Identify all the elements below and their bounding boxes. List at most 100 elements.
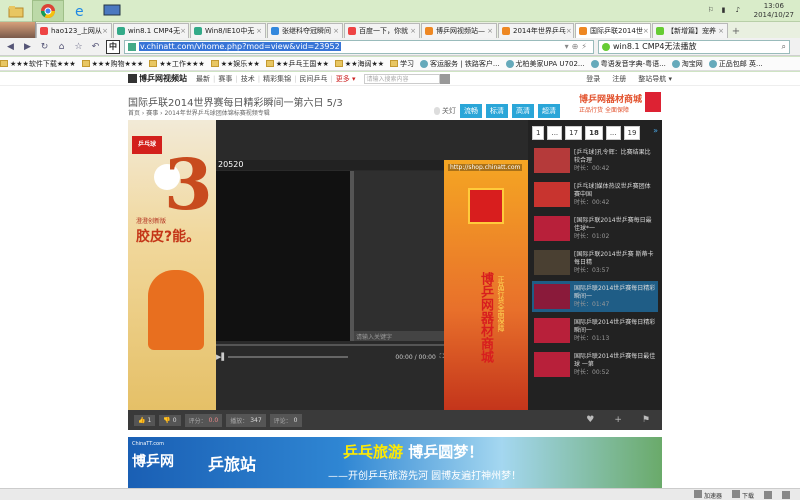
tab-close-icon[interactable]: × [333, 27, 339, 35]
bookmark-item[interactable]: 学习 [390, 59, 414, 69]
tab-close-icon[interactable]: × [566, 27, 572, 35]
bookmark-item[interactable]: ★★乒乓王国★★ [265, 59, 329, 69]
bookmark-item[interactable]: 客运服务 | 铁路客户... [420, 59, 500, 69]
site-search-button[interactable] [439, 73, 450, 84]
video-thumbnail[interactable] [534, 284, 570, 309]
left-ad-banner[interactable]: 乒乓球 3 澄澄创新版 胶皮?能。 [128, 120, 216, 410]
status-icon-1[interactable] [764, 490, 772, 499]
back-icon[interactable]: ◀ [4, 40, 17, 53]
file-explorer-icon[interactable] [0, 0, 32, 22]
search-engine-icon[interactable] [602, 42, 610, 51]
browser-tab[interactable]: 百度一下，你就 × [344, 23, 420, 38]
tab-close-icon[interactable]: × [410, 27, 416, 35]
bookmark-item[interactable]: 尤柏美家UPA U702... [505, 59, 585, 69]
bookmark-item[interactable]: 正品包邮 英... [708, 59, 763, 69]
tab-close-icon[interactable]: × [487, 27, 493, 35]
play-icon[interactable]: ▶▌ [216, 353, 227, 361]
ime-indicator[interactable]: 中 [106, 39, 120, 54]
home-icon[interactable]: ⌂ [55, 40, 68, 53]
next-page-icon[interactable]: » [653, 126, 658, 140]
quality-super[interactable]: 超清 [538, 104, 560, 118]
nav-more[interactable]: 更多 ▾ [336, 74, 356, 84]
video-canvas[interactable] [216, 171, 350, 341]
site-map-link[interactable]: 整站导航 ▾ [638, 74, 672, 84]
tab-close-icon[interactable]: × [643, 27, 649, 35]
browser-tab[interactable]: win8.1 CMP4无 × [113, 23, 189, 38]
comment-count[interactable]: 评论： 0 [269, 413, 302, 427]
playlist-item-title[interactable]: 国际乒联2014世乒赛每日精彩瞬间一 [574, 319, 655, 334]
bookmark-item[interactable]: 淘宝网 [671, 59, 703, 69]
page-19[interactable]: 19 [623, 126, 641, 140]
bottom-banner-ad[interactable]: ChinaTT.com 博乒网 乒旅站 乒乓旅游 博乒圆梦！ ——开创乒乓旅游先… [128, 437, 662, 489]
nav-latest[interactable]: 最新 [196, 74, 210, 84]
flag-icon[interactable]: ⚐ [708, 6, 718, 16]
status-icon-2[interactable] [782, 490, 790, 499]
mall-ad[interactable]: 博乒网器材商城 正品行货 全面保障 [579, 92, 661, 118]
playlist-item[interactable]: 国际乒联2014世乒赛每日最佳球 一第 时长：00:52 [532, 349, 658, 380]
nav-technique[interactable]: 技术 [241, 74, 255, 84]
video-thumbnail[interactable] [534, 352, 570, 377]
new-tab-button[interactable]: + [729, 24, 743, 38]
site-brand[interactable]: 博乒网视频站 [128, 73, 187, 84]
bookmark-item[interactable]: ★★海阔★★ [334, 59, 384, 69]
video-thumbnail[interactable] [534, 318, 570, 343]
add-icon[interactable]: + [614, 415, 622, 425]
nav-folk[interactable]: 民间乒乓 [299, 74, 327, 84]
tab-close-icon[interactable]: × [102, 27, 108, 35]
tab-close-icon[interactable]: × [718, 27, 724, 35]
volume-icon[interactable]: ♪ [736, 6, 746, 16]
register-link[interactable]: 注册 [612, 74, 626, 84]
quality-high[interactable]: 高清 [512, 104, 534, 118]
playlist-item-title[interactable]: [乒乓球]孔令辉：比赛结果比较合理 [574, 149, 651, 164]
playlist-item-title[interactable]: 国际乒联2014世乒赛每日精彩瞬间一 [574, 285, 655, 300]
breadcrumb-current[interactable]: 2014年世界乒乓球团体锦标赛视频专辑 [164, 110, 269, 117]
nav-highlights[interactable]: 精彩集锦 [263, 74, 291, 84]
nav-events[interactable]: 赛事 [218, 74, 232, 84]
profile-avatar[interactable] [0, 22, 36, 38]
undo-icon[interactable]: ↶ [89, 40, 102, 53]
browser-tab[interactable]: Win8/IE10中无 × [190, 23, 266, 38]
browser-tab[interactable]: 2014年世界乒乓 × [498, 23, 574, 38]
bookmark-item[interactable]: 粤语发音字典-粤语... [590, 59, 666, 69]
accelerator-button[interactable]: 加速器 [694, 489, 722, 500]
quality-standard[interactable]: 标清 [486, 104, 508, 118]
page-17[interactable]: 17 [565, 126, 583, 140]
address-tools[interactable]: ▾⊕⚡ [565, 42, 590, 51]
download-button[interactable]: 下载 [732, 489, 754, 500]
video-thumbnail[interactable] [534, 148, 570, 173]
breadcrumb-home[interactable]: 首页 [128, 110, 140, 117]
danmaku-input[interactable]: 请输入关键字 [354, 331, 444, 341]
browser-tab[interactable]: 张继科夺冠瞬间 × [267, 23, 343, 38]
dislike-button[interactable]: 👎 0 [159, 414, 181, 426]
reload-icon[interactable]: ↻ [38, 40, 51, 53]
favorites-icon[interactable]: ☆ [72, 40, 85, 53]
favorite-heart-icon[interactable]: ♥ [586, 415, 594, 425]
address-bar[interactable]: v.chinatt.com/vhome.php?mod=view&vid=239… [124, 39, 594, 54]
login-link[interactable]: 登录 [586, 74, 600, 84]
lights-off-button[interactable]: 关灯 [434, 106, 456, 116]
bookmark-item[interactable]: ★★★购物★★★ [81, 59, 143, 69]
tab-close-icon[interactable]: × [256, 27, 262, 35]
address-url[interactable]: v.chinatt.com/vhome.php?mod=view&vid=239… [139, 42, 341, 51]
search-input[interactable]: win8.1 CMP4无法播放 [613, 41, 697, 52]
playlist-item-title[interactable]: 国际乒联2014世乒赛每日最佳球 一第 [574, 353, 655, 368]
playlist-item-title[interactable]: [乒乓球]媒体热议世乒赛团体赛中国 [574, 183, 651, 198]
ie-taskbar-icon[interactable]: e [64, 0, 96, 22]
playlist-item[interactable]: [乒乓球]孔令辉：比赛结果比较合理 时长：00:42 [532, 145, 658, 176]
search-box[interactable]: win8.1 CMP4无法播放 ⌕ [598, 39, 790, 54]
playlist-item[interactable]: 国际乒联2014世乒赛每日精彩瞬间一 时长：01:13 [532, 315, 658, 346]
media-center-taskbar-icon[interactable] [96, 0, 128, 22]
quality-smooth[interactable]: 流畅 [460, 104, 482, 118]
volume-slider[interactable] [228, 356, 348, 358]
playlist-item[interactable]: [国际乒联2014世乒赛 斯蒂卡每日精 时长：03:57 [532, 247, 658, 278]
bookmark-item[interactable]: ★★工作★★★ [149, 59, 205, 69]
browser-tab[interactable]: hao123_上网从 × [36, 23, 112, 38]
chrome-taskbar-icon[interactable] [32, 0, 64, 22]
bookmark-item[interactable]: ★★娱乐★★ [210, 59, 260, 69]
playlist-item[interactable]: 国际乒联2014世乒赛每日精彩瞬间一 时长：01:47 [532, 281, 658, 312]
browser-tab[interactable]: 博乒网视频站— × [421, 23, 497, 38]
tab-close-icon[interactable]: × [180, 27, 186, 35]
playlist-item[interactable]: [国际乒联2014世乒赛每日最佳球*一 时长：01:02 [532, 213, 658, 244]
right-ad-banner[interactable]: http://shop.chinatt.com 博乒网器材商城 正品行货全面保障 [444, 160, 528, 410]
video-thumbnail[interactable] [534, 250, 570, 275]
